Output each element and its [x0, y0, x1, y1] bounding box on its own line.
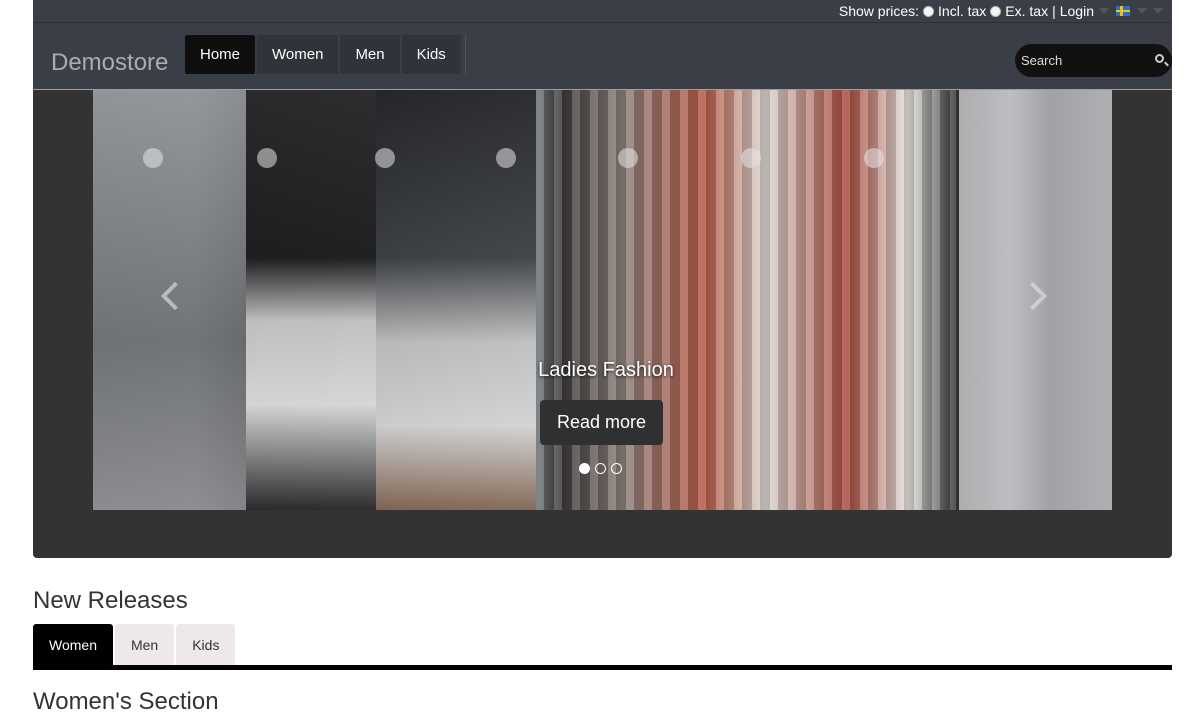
carousel-indicator-3[interactable] [611, 463, 622, 474]
top-bar: Show prices: Incl. tax Ex. tax | Login [33, 0, 1172, 22]
incl-tax-option[interactable]: Incl. tax [923, 3, 986, 19]
carousel-indicator-2[interactable] [595, 463, 606, 474]
main-nav: Home Women Men Kids [185, 35, 466, 74]
light-spot [375, 148, 395, 168]
tab-women[interactable]: Women [33, 624, 113, 665]
swedish-flag-icon[interactable] [1116, 6, 1130, 16]
slide-caption: Ladies Fashion [538, 359, 674, 381]
topbar-separator: | [1052, 3, 1056, 19]
search-placeholder: Search [1021, 53, 1063, 68]
show-prices-label: Show prices: [838, 3, 920, 19]
hero-carousel: Ladies Fashion Read more [33, 90, 1172, 558]
incl-tax-radio[interactable] [923, 6, 935, 17]
new-releases-title: New Releases [33, 587, 188, 614]
main-navbar: Demostore Home Women Men Kids Search [33, 22, 1172, 90]
incl-tax-label: Incl. tax [938, 3, 987, 19]
carousel-slide-image: Ladies Fashion Read more [93, 90, 1112, 510]
carousel-indicators [579, 463, 622, 474]
chevron-down-icon[interactable] [1137, 8, 1147, 14]
section-heading: Women's Section [33, 688, 219, 715]
carousel-indicator-1[interactable] [579, 463, 590, 474]
chevron-down-icon[interactable] [1153, 8, 1163, 14]
light-spot [864, 148, 884, 168]
tab-kids[interactable]: Kids [176, 624, 236, 665]
light-spot [741, 148, 761, 168]
price-and-login-controls: Show prices: Incl. tax Ex. tax | Login [839, 3, 1164, 19]
nav-item-kids[interactable]: Kids [401, 35, 461, 74]
nav-divider [464, 35, 466, 74]
tab-underline [33, 665, 1172, 670]
new-releases-tabs: Women Men Kids [33, 624, 236, 665]
nav-item-men[interactable]: Men [340, 35, 400, 74]
ex-tax-radio[interactable] [990, 6, 1002, 17]
chevron-down-icon[interactable] [1099, 8, 1109, 14]
light-spot [496, 148, 516, 168]
ex-tax-option[interactable]: Ex. tax [990, 3, 1048, 19]
light-spot [618, 148, 638, 168]
brand-logo[interactable]: Demostore [51, 49, 168, 77]
search-input[interactable]: Search [1015, 44, 1172, 77]
nav-item-women[interactable]: Women [257, 35, 339, 74]
nav-item-home[interactable]: Home [185, 35, 256, 74]
light-spot [257, 148, 277, 168]
search-icon[interactable] [1155, 54, 1164, 63]
login-link[interactable]: Login [1060, 3, 1094, 19]
tab-men[interactable]: Men [114, 624, 175, 665]
light-spot [143, 148, 163, 168]
ex-tax-label: Ex. tax [1005, 3, 1049, 19]
read-more-button[interactable]: Read more [540, 400, 663, 445]
